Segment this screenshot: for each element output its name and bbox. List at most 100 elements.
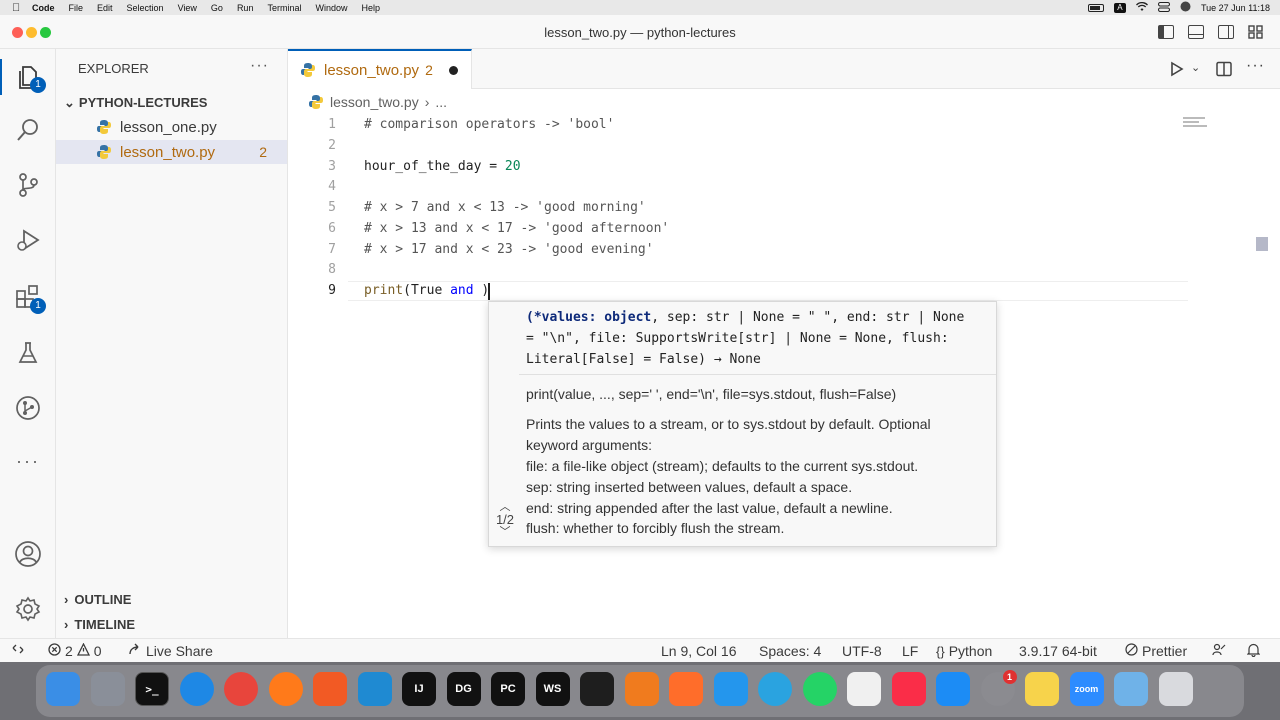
toggle-primary-sidebar-icon[interactable]	[1158, 25, 1174, 39]
music-icon[interactable]	[891, 672, 926, 706]
testing-icon[interactable]	[14, 339, 42, 367]
language-mode[interactable]: {} Python	[936, 643, 992, 659]
notes-icon[interactable]	[1025, 672, 1059, 706]
menubar-clock[interactable]: Tue 27 Jun 11:18	[1201, 3, 1270, 13]
menu-edit[interactable]: Edit	[97, 3, 113, 13]
split-editor-icon[interactable]	[1216, 61, 1232, 82]
outline-section[interactable]: › OUTLINE	[64, 592, 131, 607]
live-share-button[interactable]: Live Share	[128, 643, 213, 659]
code-line-1[interactable]: # comparison operators -> 'bool'	[364, 117, 614, 132]
siri-icon[interactable]	[1180, 1, 1191, 14]
run-python-file-icon[interactable]	[1170, 61, 1184, 82]
editor-more-actions-icon[interactable]: ···	[1246, 57, 1265, 75]
terminal-icon[interactable]: >_	[135, 672, 169, 706]
extensions-icon[interactable]: 1	[14, 283, 46, 314]
manage-gear-icon[interactable]	[14, 595, 42, 623]
minimap[interactable]	[1178, 113, 1268, 633]
menu-window[interactable]: Window	[315, 3, 347, 13]
finder-icon[interactable]	[46, 672, 80, 706]
chevron-up-icon[interactable]: ︿	[491, 502, 519, 513]
code-line-5[interactable]: # x > 7 and x < 13 -> 'good morning'	[364, 200, 646, 215]
settings-icon[interactable]: 1	[980, 670, 1017, 706]
menu-file[interactable]: File	[69, 3, 84, 13]
menu-help[interactable]: Help	[361, 3, 380, 13]
notifications-bell-icon[interactable]	[1247, 643, 1260, 657]
python-interpreter[interactable]: 3.9.17 64-bit	[1019, 643, 1097, 659]
accounts-icon[interactable]	[14, 540, 42, 568]
menu-terminal[interactable]: Terminal	[267, 3, 301, 13]
code-line-3[interactable]: hour_of_the_day = 20	[364, 159, 521, 174]
code-line-7[interactable]: # x > 17 and x < 23 -> 'good evening'	[364, 242, 654, 257]
trash-icon[interactable]	[1158, 672, 1193, 706]
explorer-icon[interactable]: 1	[14, 63, 46, 93]
toggle-panel-icon[interactable]	[1188, 25, 1204, 39]
indentation[interactable]: Spaces: 4	[759, 643, 821, 659]
menu-selection[interactable]: Selection	[127, 3, 164, 13]
timeline-section[interactable]: › TIMELINE	[64, 617, 135, 632]
prettier-status[interactable]: Prettier	[1125, 643, 1187, 659]
run-options-chevron-icon[interactable]: ⌄	[1191, 61, 1200, 74]
battery-icon[interactable]	[1087, 3, 1104, 12]
folder-header[interactable]: ⌄ PYTHON-LECTURES	[64, 95, 207, 111]
intellij-icon[interactable]: IJ	[402, 672, 436, 706]
encoding[interactable]: UTF-8	[842, 643, 882, 659]
outline-label: OUTLINE	[74, 592, 132, 607]
chevron-down-icon[interactable]: ﹀	[491, 527, 519, 538]
editor-tabs: lesson_two.py 2 ⌄ ···	[288, 49, 1280, 89]
git-icon[interactable]	[624, 672, 659, 706]
pen-icon[interactable]	[669, 672, 703, 706]
breadcrumb-file[interactable]: lesson_two.py	[330, 94, 419, 110]
menu-run[interactable]: Run	[237, 3, 254, 13]
zoom-icon[interactable]: zoom	[1069, 672, 1104, 706]
problems-status[interactable]: 2 0	[48, 642, 102, 659]
tab-lesson-two[interactable]: lesson_two.py 2	[288, 49, 472, 89]
telegram-icon[interactable]	[758, 672, 792, 706]
signature-help-widget: (*values: object, sep: str | None = " ",…	[488, 301, 997, 547]
menu-go[interactable]: Go	[211, 3, 223, 13]
end-of-line[interactable]: LF	[902, 643, 918, 659]
minimap-slider[interactable]	[1256, 237, 1268, 251]
source-control-icon[interactable]	[14, 171, 42, 199]
vscode-icon[interactable]	[357, 672, 392, 706]
menu-view[interactable]: View	[178, 3, 197, 13]
brave-icon[interactable]	[313, 672, 347, 706]
code-line-6[interactable]: # x > 13 and x < 17 -> 'good afternoon'	[364, 221, 669, 236]
control-center-icon[interactable]	[1157, 1, 1170, 14]
customize-layout-icon[interactable]	[1248, 25, 1263, 39]
input-source-icon[interactable]: A	[1113, 2, 1126, 13]
pycharm-icon[interactable]: PC	[491, 672, 525, 706]
feedback-icon[interactable]	[1212, 643, 1226, 657]
datagrip-icon[interactable]: DG	[446, 672, 481, 706]
run-and-debug-icon[interactable]	[14, 226, 42, 254]
appstore-icon[interactable]	[936, 672, 970, 706]
breadcrumb-more[interactable]: ...	[435, 94, 447, 110]
menu-app-name[interactable]: Code	[32, 3, 55, 13]
file-item-lesson-one[interactable]: lesson_one.py	[56, 115, 287, 139]
signature-page-count: 1/2	[495, 512, 515, 527]
active-indicator	[0, 59, 2, 95]
toggle-secondary-sidebar-icon[interactable]	[1218, 25, 1234, 39]
chrome-icon[interactable]	[224, 672, 258, 706]
unsaved-dot-icon[interactable]	[448, 65, 458, 75]
wifi-icon[interactable]	[1135, 1, 1148, 14]
docker-icon[interactable]	[713, 672, 748, 706]
firefox-icon[interactable]	[268, 672, 303, 706]
photos-icon[interactable]	[847, 672, 881, 706]
more-views-icon[interactable]: ···	[14, 451, 42, 479]
file-problem-count: 2	[259, 144, 267, 160]
git-graph-icon[interactable]	[14, 394, 42, 422]
cursor-position[interactable]: Ln 9, Col 16	[661, 643, 737, 659]
code-line-9[interactable]: print(True and )	[364, 283, 489, 298]
whatsapp-icon[interactable]	[802, 672, 837, 706]
launchpad-icon[interactable]	[90, 672, 125, 706]
webstorm-icon[interactable]: WS	[535, 672, 570, 706]
safari-icon[interactable]	[179, 672, 214, 706]
downloads-folder-icon[interactable]	[1114, 672, 1148, 706]
apple-icon[interactable]: 	[12, 2, 24, 14]
remote-indicator-icon[interactable]	[12, 643, 24, 655]
explorer-more-actions[interactable]: ···	[250, 57, 269, 75]
warning-count: 0	[93, 643, 102, 659]
file-item-lesson-two[interactable]: lesson_two.py 2	[56, 140, 287, 164]
figma-icon[interactable]	[580, 672, 614, 706]
search-icon[interactable]	[14, 116, 42, 144]
